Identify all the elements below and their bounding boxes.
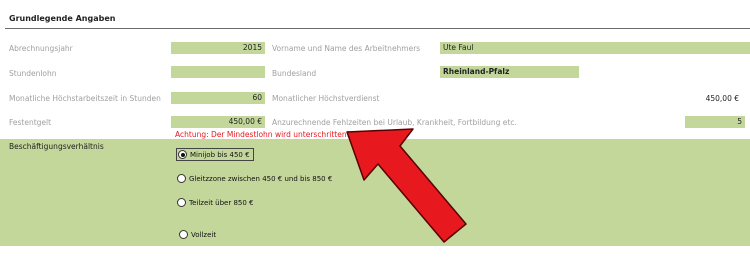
radio-icon	[177, 198, 186, 207]
employment-title: Beschäftigungsverhältnis	[9, 142, 104, 151]
festentgelt-field[interactable]: 450,00 €	[171, 116, 265, 128]
hoechstarbeitszeit-label: Monatliche Höchstarbeitszeit in Stunden	[9, 94, 161, 103]
option-label: Vollzeit	[191, 230, 217, 239]
name-label: Vorname und Name des Arbeitnehmers	[272, 44, 421, 53]
option-label: Minijob bis 450 €	[190, 150, 250, 159]
option-label: Gleitzzone zwischen 450 € und bis 850 €	[189, 174, 333, 183]
hoechstarbeitszeit-field[interactable]: 60	[171, 92, 265, 104]
option-label: Teilzeit über 850 €	[189, 198, 254, 207]
stundenlohn-field[interactable]	[171, 66, 265, 78]
radio-selected-icon	[178, 150, 187, 159]
radio-icon	[177, 174, 186, 183]
section-divider	[5, 28, 750, 29]
name-field[interactable]: Ute Faul	[440, 42, 750, 54]
option-vollzeit[interactable]: Vollzeit	[179, 230, 216, 239]
option-teilzeit[interactable]: Teilzeit über 850 €	[177, 198, 254, 207]
bundesland-field[interactable]: Rheinland-Pfalz	[440, 66, 579, 78]
festentgelt-label: Festentgelt	[9, 118, 52, 127]
abrechnungsjahr-label: Abrechnungsjahr	[9, 44, 73, 53]
hoechstverdienst-value: 450,00 €	[705, 94, 739, 103]
red-arrow-icon	[346, 128, 467, 243]
mindestlohn-warning: Achtung: Der Mindestlohn wird unterschri…	[175, 130, 350, 139]
option-gleitzone[interactable]: Gleitzzone zwischen 450 € und bis 850 €	[177, 174, 332, 183]
section-title: Grundlegende Angaben	[9, 14, 116, 23]
option-minijob[interactable]: Minijob bis 450 €	[176, 148, 254, 161]
fehlzeiten-field[interactable]: 5	[685, 116, 745, 128]
hoechstverdienst-label: Monatlicher Höchstverdienst	[272, 94, 380, 103]
bundesland-label: Bundesland	[272, 69, 317, 78]
abrechnungsjahr-field[interactable]: 2015	[171, 42, 265, 54]
stundenlohn-label: Stundenlohn	[9, 69, 57, 78]
radio-icon	[179, 230, 188, 239]
